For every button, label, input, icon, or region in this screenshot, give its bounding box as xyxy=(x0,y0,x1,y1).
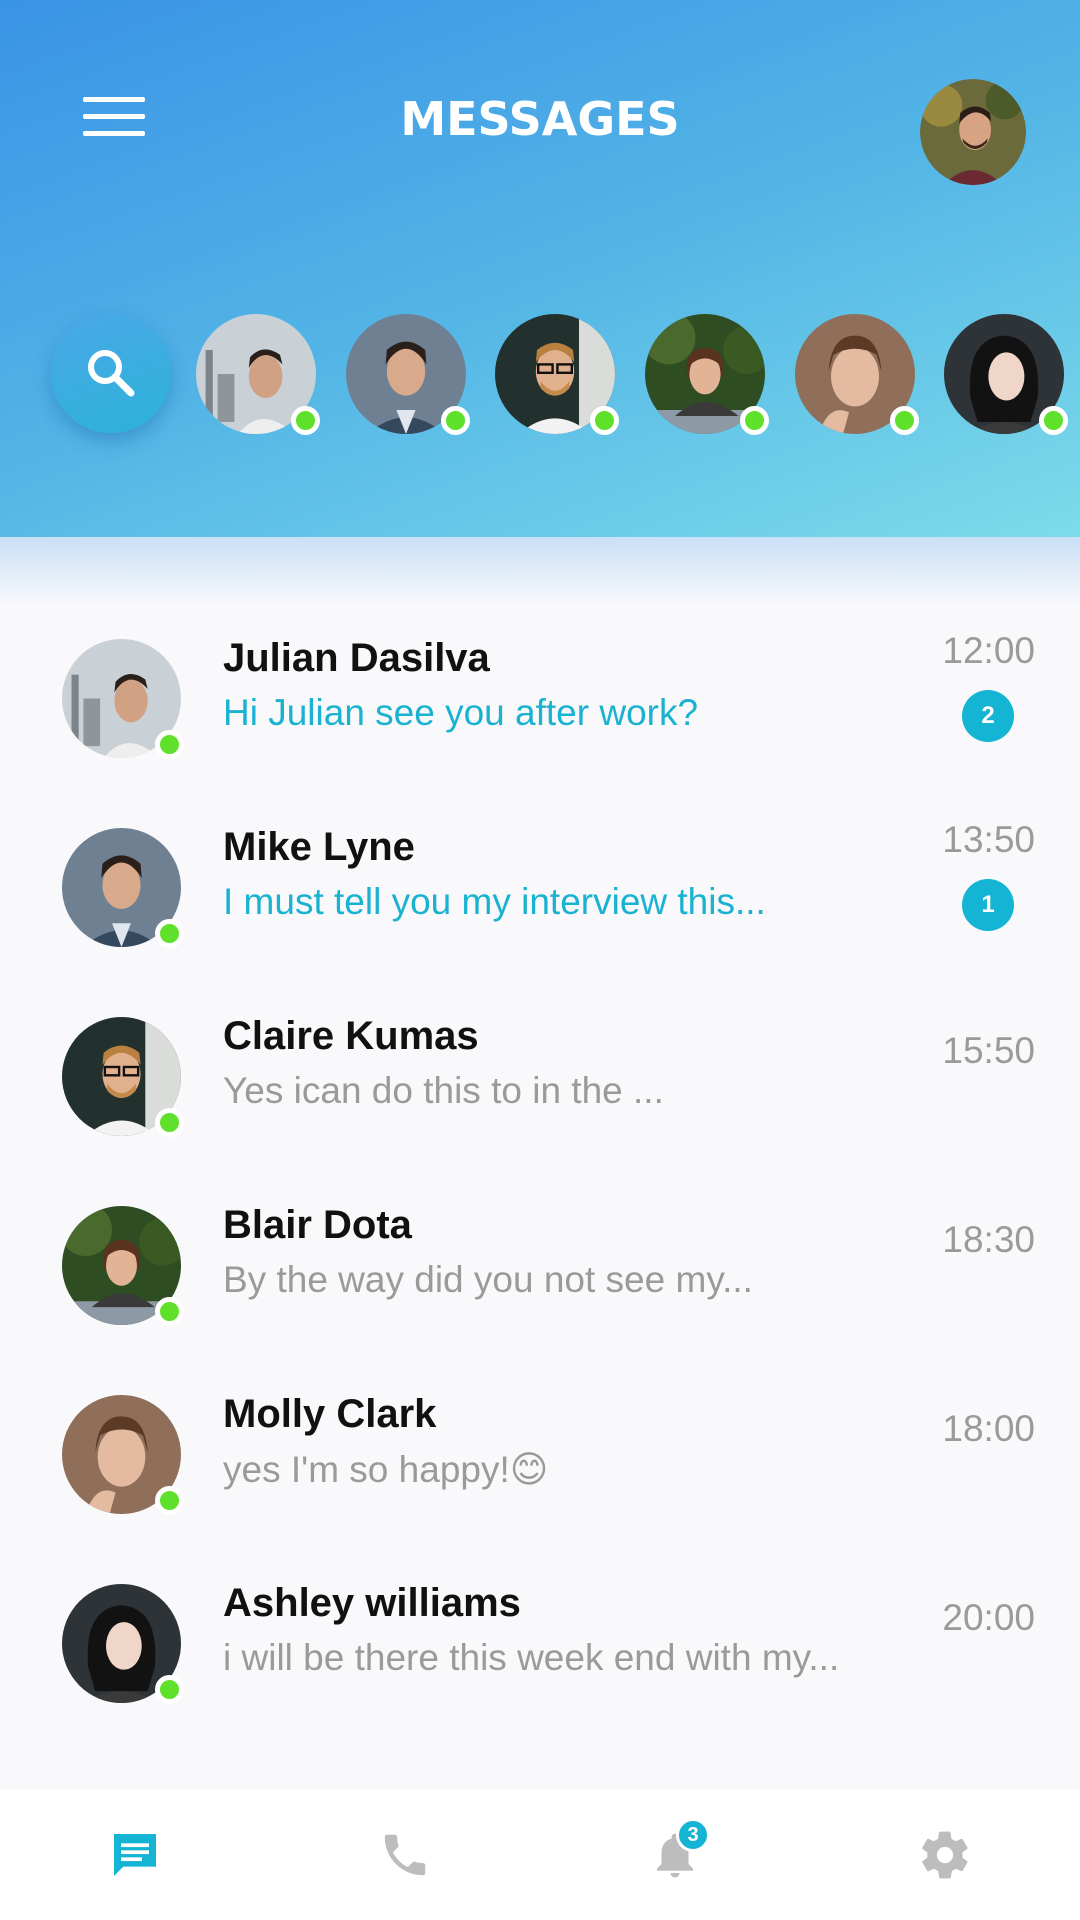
contact-name: Blair Dota xyxy=(223,1203,412,1247)
contact-name: Ashley williams xyxy=(223,1581,521,1625)
message-preview: i will be there this week end with my... xyxy=(223,1637,840,1678)
message-preview: yes I'm so happy!😊 xyxy=(223,1449,549,1490)
story-avatar[interactable] xyxy=(944,314,1068,435)
message-time: 12:00 xyxy=(942,630,1035,671)
tab-chats[interactable] xyxy=(0,1790,270,1920)
profile-avatar[interactable] xyxy=(920,79,1026,185)
chat-row[interactable]: Claire Kumas Yes ican do this to in the … xyxy=(0,998,1080,1168)
message-preview: Yes ican do this to in the ... xyxy=(223,1070,664,1111)
story-avatar[interactable] xyxy=(645,314,769,435)
online-indicator xyxy=(890,406,919,435)
avatar xyxy=(62,1206,184,1326)
online-indicator xyxy=(155,1108,184,1137)
message-time: 18:00 xyxy=(942,1408,1035,1449)
tab-notifications[interactable] xyxy=(540,1790,810,1920)
bottom-navigation xyxy=(0,1790,1080,1920)
unread-badge: 1 xyxy=(962,879,1014,931)
message-time: 15:50 xyxy=(942,1030,1035,1071)
message-preview: By the way did you not see my... xyxy=(223,1259,753,1300)
tab-calls[interactable] xyxy=(270,1790,540,1920)
message-preview: Hi Julian see you after work? xyxy=(223,692,699,733)
phone-icon xyxy=(384,1834,426,1876)
online-indicator xyxy=(155,1486,184,1515)
contact-name: Claire Kumas xyxy=(223,1014,479,1058)
page-title: MESSAGES xyxy=(400,92,680,146)
online-indicator xyxy=(155,1297,184,1326)
avatar xyxy=(62,1017,184,1137)
chat-icon xyxy=(114,1834,156,1876)
online-indicator xyxy=(291,406,320,435)
search-button[interactable] xyxy=(51,313,171,433)
header xyxy=(0,0,1080,537)
chat-row[interactable]: Julian Dasilva Hi Julian see you after w… xyxy=(0,620,1080,790)
story-avatar[interactable] xyxy=(795,314,919,435)
notification-count-badge: 3 xyxy=(676,1818,710,1852)
gear-icon xyxy=(922,1831,968,1879)
online-indicator xyxy=(1039,406,1068,435)
story-avatar[interactable] xyxy=(346,314,470,435)
unread-badge: 2 xyxy=(962,690,1014,742)
online-indicator xyxy=(441,406,470,435)
header-shadow xyxy=(0,537,1080,607)
avatar xyxy=(62,1584,184,1704)
message-time: 13:50 xyxy=(942,819,1035,860)
message-preview: I must tell you my interview this... xyxy=(223,881,766,922)
avatar-image xyxy=(920,79,1026,185)
avatar xyxy=(62,828,184,948)
message-time: 18:30 xyxy=(942,1219,1035,1260)
chat-row[interactable]: Blair Dota By the way did you not see my… xyxy=(0,1187,1080,1357)
online-indicator xyxy=(740,406,769,435)
search-icon xyxy=(88,350,135,397)
avatar xyxy=(62,1395,184,1515)
story-avatar[interactable] xyxy=(196,314,320,435)
online-indicator xyxy=(155,1675,184,1704)
chat-row[interactable]: Ashley williams i will be there this wee… xyxy=(0,1565,1080,1735)
chat-row[interactable]: Molly Clark yes I'm so happy!😊 18:00 xyxy=(0,1376,1080,1546)
hamburger-menu-icon[interactable] xyxy=(83,97,145,139)
story-avatar[interactable] xyxy=(495,314,619,435)
contact-name: Mike Lyne xyxy=(223,825,415,869)
online-indicator xyxy=(155,919,184,948)
contact-name: Molly Clark xyxy=(223,1392,437,1436)
chat-row[interactable]: Mike Lyne I must tell you my interview t… xyxy=(0,809,1080,979)
online-indicator xyxy=(155,730,184,759)
online-indicator xyxy=(590,406,619,435)
message-time: 20:00 xyxy=(942,1597,1035,1638)
avatar xyxy=(62,639,184,759)
contact-name: Julian Dasilva xyxy=(223,636,490,680)
tab-settings[interactable] xyxy=(810,1790,1080,1920)
